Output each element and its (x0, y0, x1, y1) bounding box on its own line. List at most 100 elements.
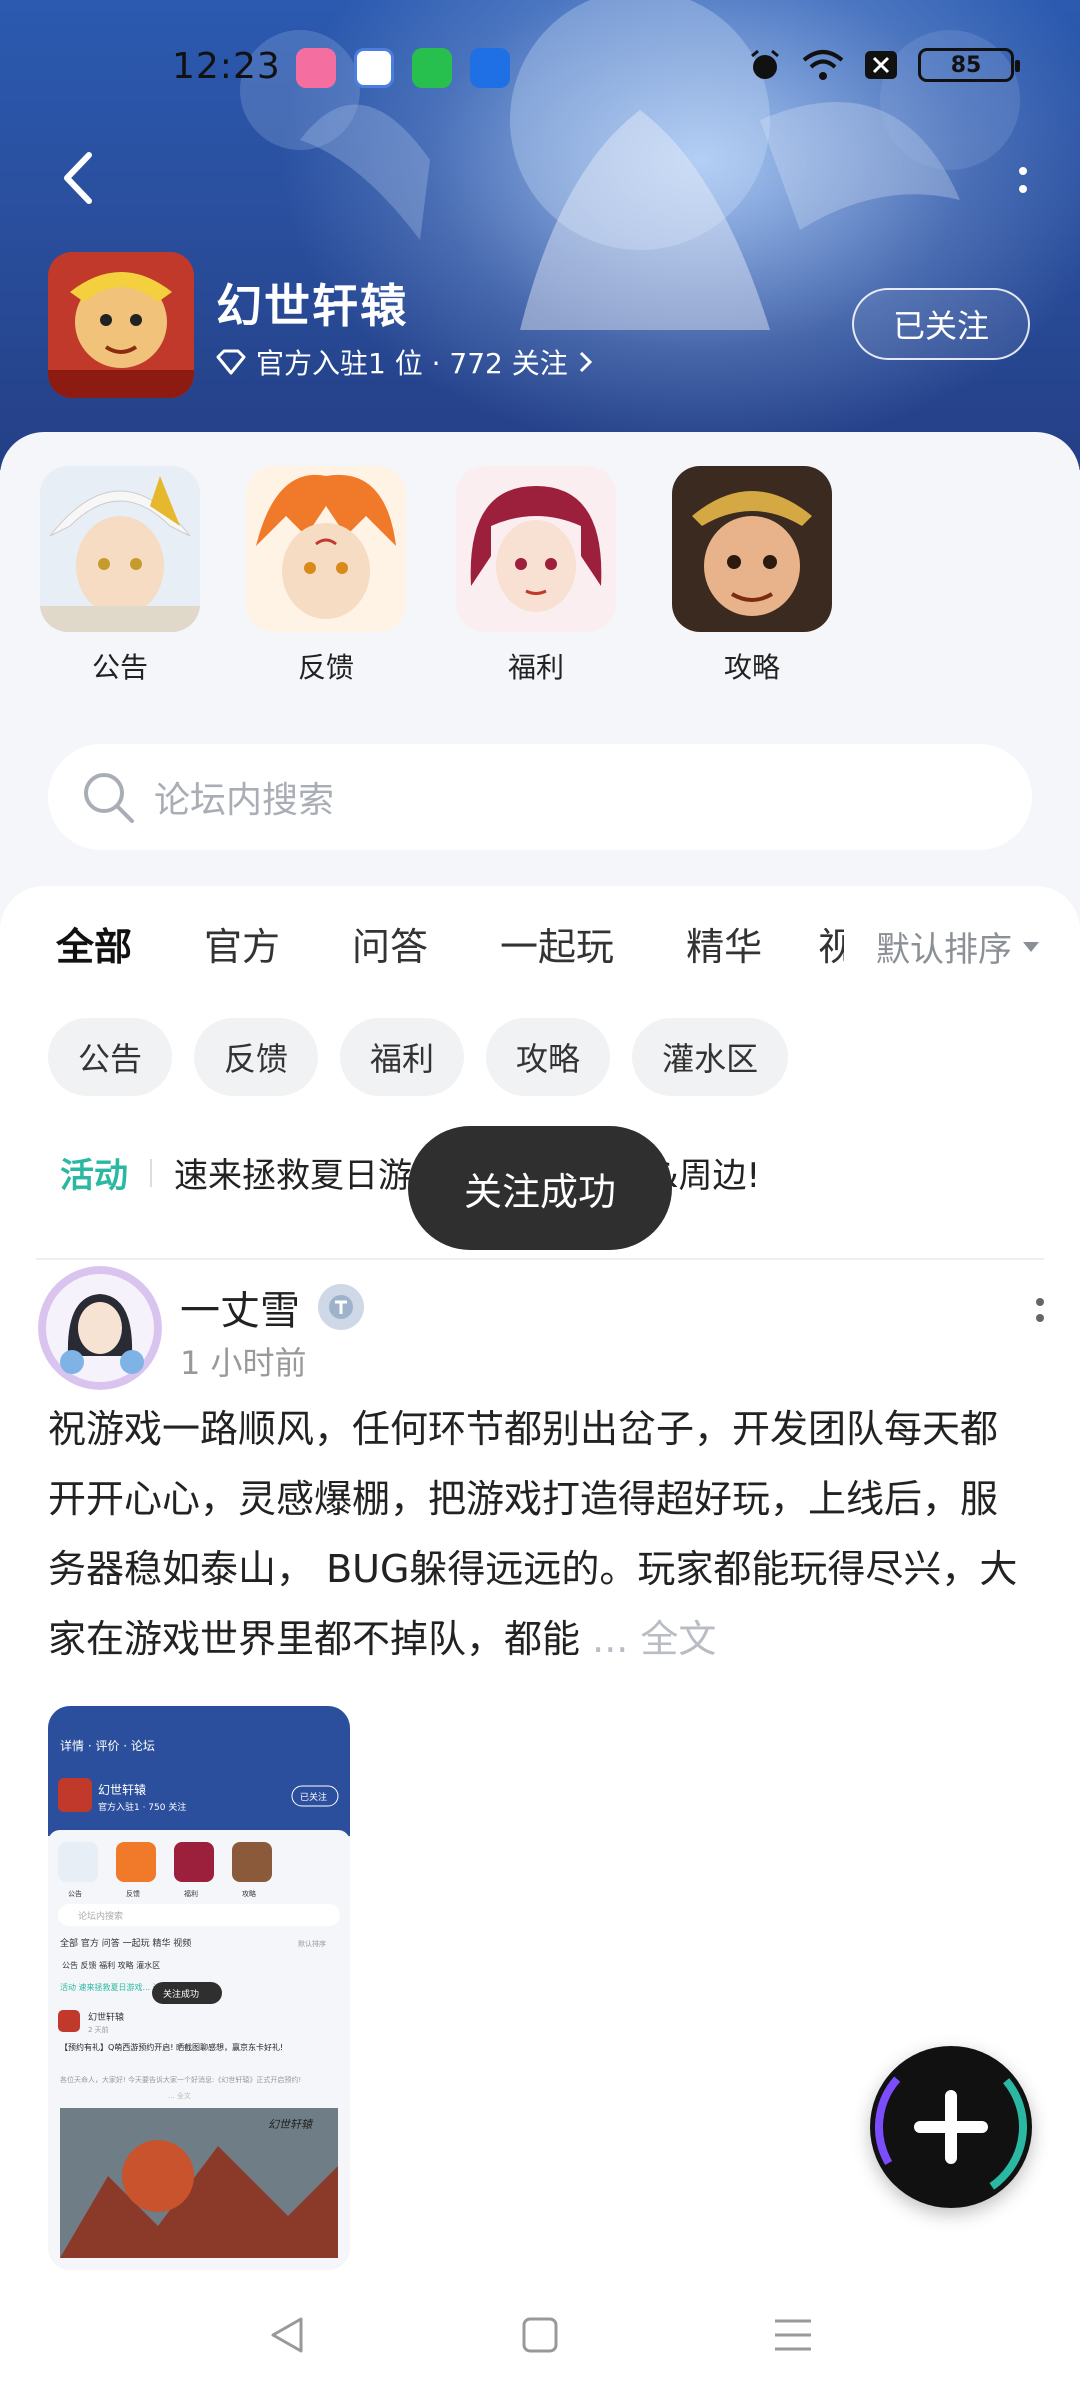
quick-link-label: 福利 (507, 651, 564, 684)
system-nav-bar (0, 2270, 1080, 2400)
nav-menu-icon[interactable] (771, 2313, 815, 2357)
thumb-post-author: 幻世轩辕 (88, 2011, 124, 2023)
thumb-toast: 关注成功 (163, 1988, 199, 2000)
character-white-hair-art (40, 466, 200, 632)
tab-qa[interactable]: 问答 (352, 916, 428, 971)
thumb-sort: 默认排序 (298, 1939, 326, 1948)
battery-icon: 85 (918, 48, 1020, 82)
announcement-avatar (40, 466, 200, 632)
activity-text: 速来拯救夏日游 (174, 1156, 412, 1196)
more-dot (1036, 1314, 1044, 1322)
thumb-followed: 已关注 (300, 1791, 327, 1803)
post-time: 1 小时前 (180, 1344, 307, 1382)
tab-video-partial[interactable]: 视 (818, 916, 844, 971)
thumb-post-more: ... 全文 (168, 2091, 191, 2100)
author-avatar[interactable] (38, 1266, 162, 1390)
search-placeholder: 论坛内搜索 (154, 780, 335, 821)
status-bar: 12:23 85 (0, 36, 1080, 100)
battery-level: 85 (950, 52, 982, 78)
welfare-avatar (456, 466, 616, 632)
thumb-quick-label: 福利 (184, 1889, 198, 1898)
thumb-game-name: 幻世轩辕 (98, 1782, 146, 1797)
plus-icon (875, 2051, 1027, 2203)
quick-link-label: 公告 (91, 651, 148, 684)
quick-link-announcement[interactable]: 公告 (40, 466, 200, 686)
author-name-row[interactable]: 一丈雪 (180, 1278, 364, 1336)
chevron-left-icon (64, 152, 92, 204)
thumb-post-time: 2 天前 (88, 2025, 109, 2034)
alarm-icon (751, 49, 779, 79)
sort-label: 默认排序 (876, 930, 1012, 970)
tab-all[interactable]: 全部 (56, 916, 133, 977)
screenshot-preview-art: 详情 · 评价 · 论坛 幻世轩辕 官方入驻1 · 750 关注 已关注 公告 … (48, 1706, 350, 2270)
thumb-post-excerpt: 各位天命人，大家好! 今天要告诉大家一个好消息:《幻世轩辕》正式开启预约! (60, 2075, 301, 2084)
thumb-activity: 活动 速来拯救夏日游戏... 边! (60, 1982, 164, 1992)
user-level-badge-icon (318, 1284, 364, 1330)
chip-guide[interactable]: 攻略 (486, 1018, 611, 1096)
more-dot (1019, 185, 1027, 193)
diamond-icon (216, 349, 246, 375)
game-meta[interactable]: 官方入驻1 位 · 772 关注 (216, 342, 594, 382)
back-button[interactable] (48, 148, 108, 208)
game-icon[interactable] (48, 252, 194, 398)
tab-play-together[interactable]: 一起玩 (500, 916, 614, 971)
feedback-avatar (246, 466, 406, 632)
create-post-button[interactable] (870, 2046, 1032, 2208)
more-dot (1019, 167, 1027, 175)
caret-down-icon (1023, 941, 1039, 952)
thumb-banner-text: 幻世轩辕 (268, 2118, 314, 2131)
thumb-quick-label: 反馈 (126, 1889, 140, 1898)
browser-app-icon (470, 48, 510, 88)
header-banner: 12:23 85 幻世轩辕 官方入驻1 位 · 772 关注 已关注 (0, 0, 1080, 470)
quick-link-welfare[interactable]: 福利 (456, 466, 616, 686)
system-icons: 85 (748, 48, 1020, 82)
search-bar[interactable]: 论坛内搜索 (48, 744, 1032, 850)
sort-dropdown[interactable]: 默认排序 (876, 922, 1040, 971)
chip-feedback[interactable]: 反馈 (194, 1018, 319, 1096)
toast-message: 关注成功 (408, 1126, 672, 1250)
quick-link-guide[interactable]: 攻略 (672, 466, 832, 686)
chip-welfare[interactable]: 福利 (340, 1018, 465, 1096)
game-avatar-art (48, 252, 194, 398)
topic-chips: 公告 反馈 福利 攻略 灌水区 (48, 1018, 789, 1096)
post-body[interactable]: 祝游戏一路顺风，任何环节都别出岔子，开发团队每天都开开心心，灵感爆棚，把游戏打造… (48, 1394, 1032, 1674)
thumb-quick-label: 攻略 (242, 1889, 256, 1898)
activity-tag: 活动 (60, 1156, 128, 1196)
feed-divider (36, 1258, 1044, 1260)
status-time: 12:23 (172, 46, 281, 87)
more-dot (1036, 1298, 1044, 1306)
close-box-icon (865, 51, 897, 79)
followed-button[interactable]: 已关注 (852, 288, 1030, 360)
gamepad-app-icon (354, 48, 394, 88)
chip-chat-area[interactable]: 灌水区 (632, 1018, 789, 1096)
post-image-thumbnail[interactable]: 详情 · 评价 · 论坛 幻世轩辕 官方入驻1 · 750 关注 已关注 公告 … (48, 1706, 350, 2270)
character-red-hair-art (456, 466, 616, 632)
shield-app-icon (412, 48, 452, 88)
tab-featured[interactable]: 精华 (686, 916, 762, 971)
search-icon (84, 773, 134, 823)
bilibili-icon (296, 48, 336, 88)
chip-announcement[interactable]: 公告 (48, 1018, 173, 1096)
notification-app-icons (296, 48, 510, 88)
guide-avatar (672, 466, 832, 632)
chevron-right-icon (579, 351, 592, 373)
post-body-text: 祝游戏一路顺风，任何环节都别出岔子，开发团队每天都开开心心，灵感爆棚，把游戏打造… (48, 1407, 1018, 1661)
wifi-icon (802, 50, 844, 80)
thumb-tabs-row: 全部 官方 问答 一起玩 精华 视频 (60, 1937, 191, 1949)
quick-link-label: 反馈 (297, 651, 354, 684)
category-tabs: 全部 官方 问答 一起玩 精华 (56, 916, 762, 977)
thumb-tabs: 详情 · 评价 · 论坛 (60, 1738, 155, 1753)
author-name: 一丈雪 (180, 1288, 300, 1334)
thumb-chips: 公告 反馈 福利 攻略 灌水区 (62, 1960, 160, 1970)
activity-separator (150, 1158, 152, 1187)
thumb-quick-label: 公告 (68, 1889, 82, 1898)
nav-home-icon[interactable] (518, 2313, 562, 2357)
post-more-button[interactable] (1036, 1298, 1044, 1322)
more-options-button[interactable] (998, 150, 1048, 210)
read-more-link[interactable]: ... 全文 (592, 1617, 716, 1661)
author-avatar-art (38, 1266, 162, 1390)
nav-back-icon[interactable] (265, 2313, 309, 2357)
tab-official[interactable]: 官方 (204, 916, 280, 971)
character-orange-hair-art (246, 466, 406, 632)
quick-link-feedback[interactable]: 反馈 (246, 466, 406, 686)
